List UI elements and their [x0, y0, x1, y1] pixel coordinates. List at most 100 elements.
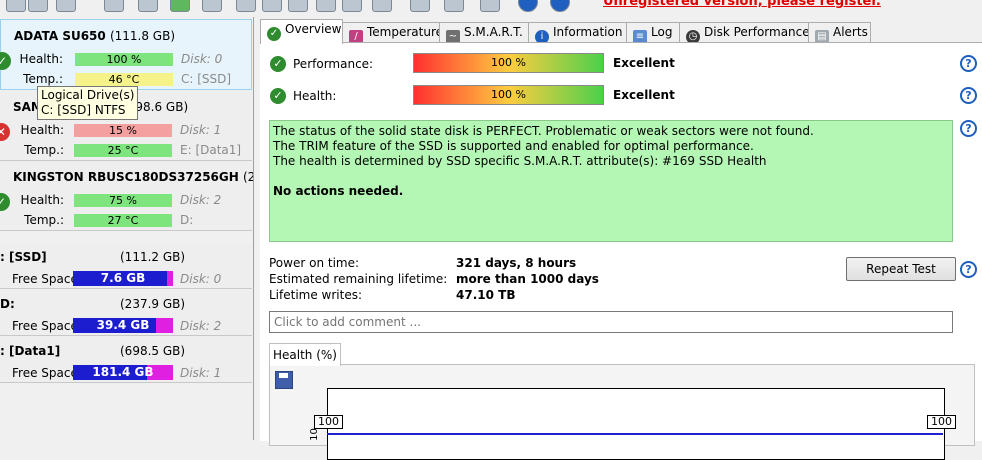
health-bar: 100 % [75, 53, 173, 66]
disk-name: KINGSTON RBUSC180DS37256GH (238.5 G [13, 170, 253, 184]
toolbar-icon[interactable] [138, 0, 158, 12]
partition-name: : [Data1] [0, 344, 61, 358]
partition-item-0[interactable]: : [SSD] (111.2 GB) Free Space 7.6 GB Dis… [0, 243, 252, 289]
drive-letters: D: [180, 213, 194, 227]
help-icon[interactable]: ? [960, 87, 977, 104]
temp-bar: 27 °C [74, 214, 172, 227]
health-series-line [327, 433, 943, 435]
partition-size: (111.2 GB) [120, 250, 186, 264]
lifetime-writes-value: 47.10 TB [456, 288, 516, 302]
remaining-lifetime-value: more than 1000 days [456, 272, 599, 286]
disk-number: Disk: 2 [180, 319, 222, 333]
toolbar-icon[interactable] [480, 0, 500, 12]
temp-bar: 46 °C [75, 73, 173, 86]
disk-number: Disk: 0 [181, 52, 223, 66]
tab-alerts[interactable]: ▤ Alerts [808, 22, 871, 44]
power-on-label: Power on time: [269, 256, 360, 270]
partition-size: (237.9 GB) [120, 297, 186, 311]
health-chart-panel: 100 100 10 [269, 364, 975, 460]
toolbar-icon[interactable] [202, 0, 222, 12]
health-label: Health: [20, 193, 64, 207]
toolbar-icon[interactable] [316, 0, 336, 12]
temp-label: Temp.: [23, 72, 63, 86]
performance-bar: 100 % [413, 53, 604, 73]
free-space-label: Free Space [12, 319, 78, 333]
drive-letters: E: [Data1] [180, 143, 242, 157]
help-icon[interactable]: ? [960, 120, 977, 137]
toolbar-icon[interactable] [342, 0, 362, 12]
health-bar: 100 % [413, 85, 604, 105]
partition-item-1[interactable]: D: (237.9 GB) Free Space 39.4 GB Disk: 2 [0, 290, 252, 336]
free-space-bar: 7.6 GB [73, 271, 173, 286]
chart-value-label-left: 100 [314, 415, 343, 429]
performance-label: Performance: [293, 57, 374, 71]
info-toolbar-icon[interactable] [550, 0, 570, 12]
toolbar-icon[interactable] [56, 0, 76, 12]
status-ok-icon: ✓ [0, 52, 11, 70]
disk-item-2[interactable]: KINGSTON RBUSC180DS37256GH (238.5 G ✓ He… [0, 161, 253, 231]
health-rating: Excellent [613, 88, 675, 102]
drive-tooltip: Logical Drive(s) C: [SSD] NTFS [37, 86, 139, 120]
toolbar-icon[interactable] [288, 0, 308, 12]
repeat-test-button[interactable]: Repeat Test [846, 257, 956, 281]
health-bar: 75 % [74, 194, 172, 207]
chart-value-label-right: 100 [927, 415, 956, 429]
disk-name: ADATA SU650 (111.8 GB) [14, 29, 176, 43]
toolbar-icon[interactable] [236, 0, 256, 12]
toolbar-icon[interactable] [444, 0, 464, 12]
help-icon[interactable]: ? [960, 55, 977, 72]
status-message-box: The status of the solid state disk is PE… [269, 120, 953, 242]
free-space-bar: 39.4 GB [73, 318, 173, 333]
tab-smart[interactable]: ~ S.M.A.R.T. [439, 22, 529, 44]
chart-y-axis-label: 10 [308, 428, 320, 441]
tab-overview[interactable]: ✓ Overview [260, 19, 343, 44]
toolbar-icon[interactable] [6, 0, 26, 12]
drive-letters: C: [SSD] [181, 72, 232, 86]
toolbar-icon[interactable] [410, 0, 430, 12]
health-label: Health: [19, 52, 63, 66]
tab-health-chart[interactable]: Health (%) [269, 343, 341, 366]
performance-rating: Excellent [613, 56, 675, 70]
partition-name: : [SSD] [0, 250, 47, 264]
performance-ok-icon: ✓ [270, 56, 286, 72]
disk-number: Disk: 0 [180, 272, 222, 286]
health-chart-plot [327, 388, 945, 460]
toolbar-icon[interactable] [28, 0, 48, 12]
help-toolbar-icon[interactable] [518, 0, 538, 12]
toolbar-icon[interactable] [372, 0, 392, 12]
tab-disk-performance[interactable]: ◷ Disk Performance [679, 22, 810, 44]
power-on-value: 321 days, 8 hours [456, 256, 577, 270]
unregistered-link[interactable]: Unregistered version, please register. [603, 0, 881, 9]
tab-log[interactable]: ≡ Log [626, 22, 680, 44]
tab-temperature[interactable]: / Temperature [342, 22, 443, 44]
temp-bar: 25 °C [74, 144, 172, 157]
partition-item-2[interactable]: : [Data1] (698.5 GB) Free Space 181.4 GB… [0, 337, 252, 383]
toolbar-icon[interactable] [170, 0, 190, 12]
help-icon[interactable]: ? [960, 261, 977, 278]
disk-number: Disk: 1 [180, 123, 222, 137]
free-space-label: Free Space [12, 272, 78, 286]
save-icon[interactable] [275, 371, 293, 389]
disk-list-panel: ADATA SU650 (111.8 GB) ✓ Health: 100 % D… [0, 17, 254, 440]
temp-label: Temp.: [24, 143, 64, 157]
partition-size: (698.5 GB) [120, 344, 186, 358]
free-space-label: Free Space [12, 366, 78, 380]
overview-panel: ✓ Performance: 100 % Excellent ? ✓ Healt… [260, 42, 982, 460]
tab-information[interactable]: i Information [528, 22, 627, 44]
health-bar: 15 % [74, 124, 172, 137]
toolbar: Unregistered version, please register. [0, 0, 982, 16]
lifetime-writes-label: Lifetime writes: [269, 288, 363, 302]
disk-number: Disk: 1 [180, 366, 222, 380]
health-label: Health: [20, 123, 64, 137]
status-ok-icon: ✓ [0, 193, 10, 211]
toolbar-icon[interactable] [104, 0, 124, 12]
comment-input[interactable] [269, 311, 953, 333]
remaining-lifetime-label: Estimated remaining lifetime: [269, 272, 448, 286]
health-label: Health: [293, 89, 337, 103]
health-ok-icon: ✓ [270, 88, 286, 104]
temp-label: Temp.: [24, 213, 64, 227]
partition-name: D: [0, 297, 15, 311]
disk-item-0[interactable]: ADATA SU650 (111.8 GB) ✓ Health: 100 % D… [0, 19, 252, 90]
toolbar-icon[interactable] [262, 0, 282, 12]
disk-number: Disk: 2 [180, 193, 222, 207]
